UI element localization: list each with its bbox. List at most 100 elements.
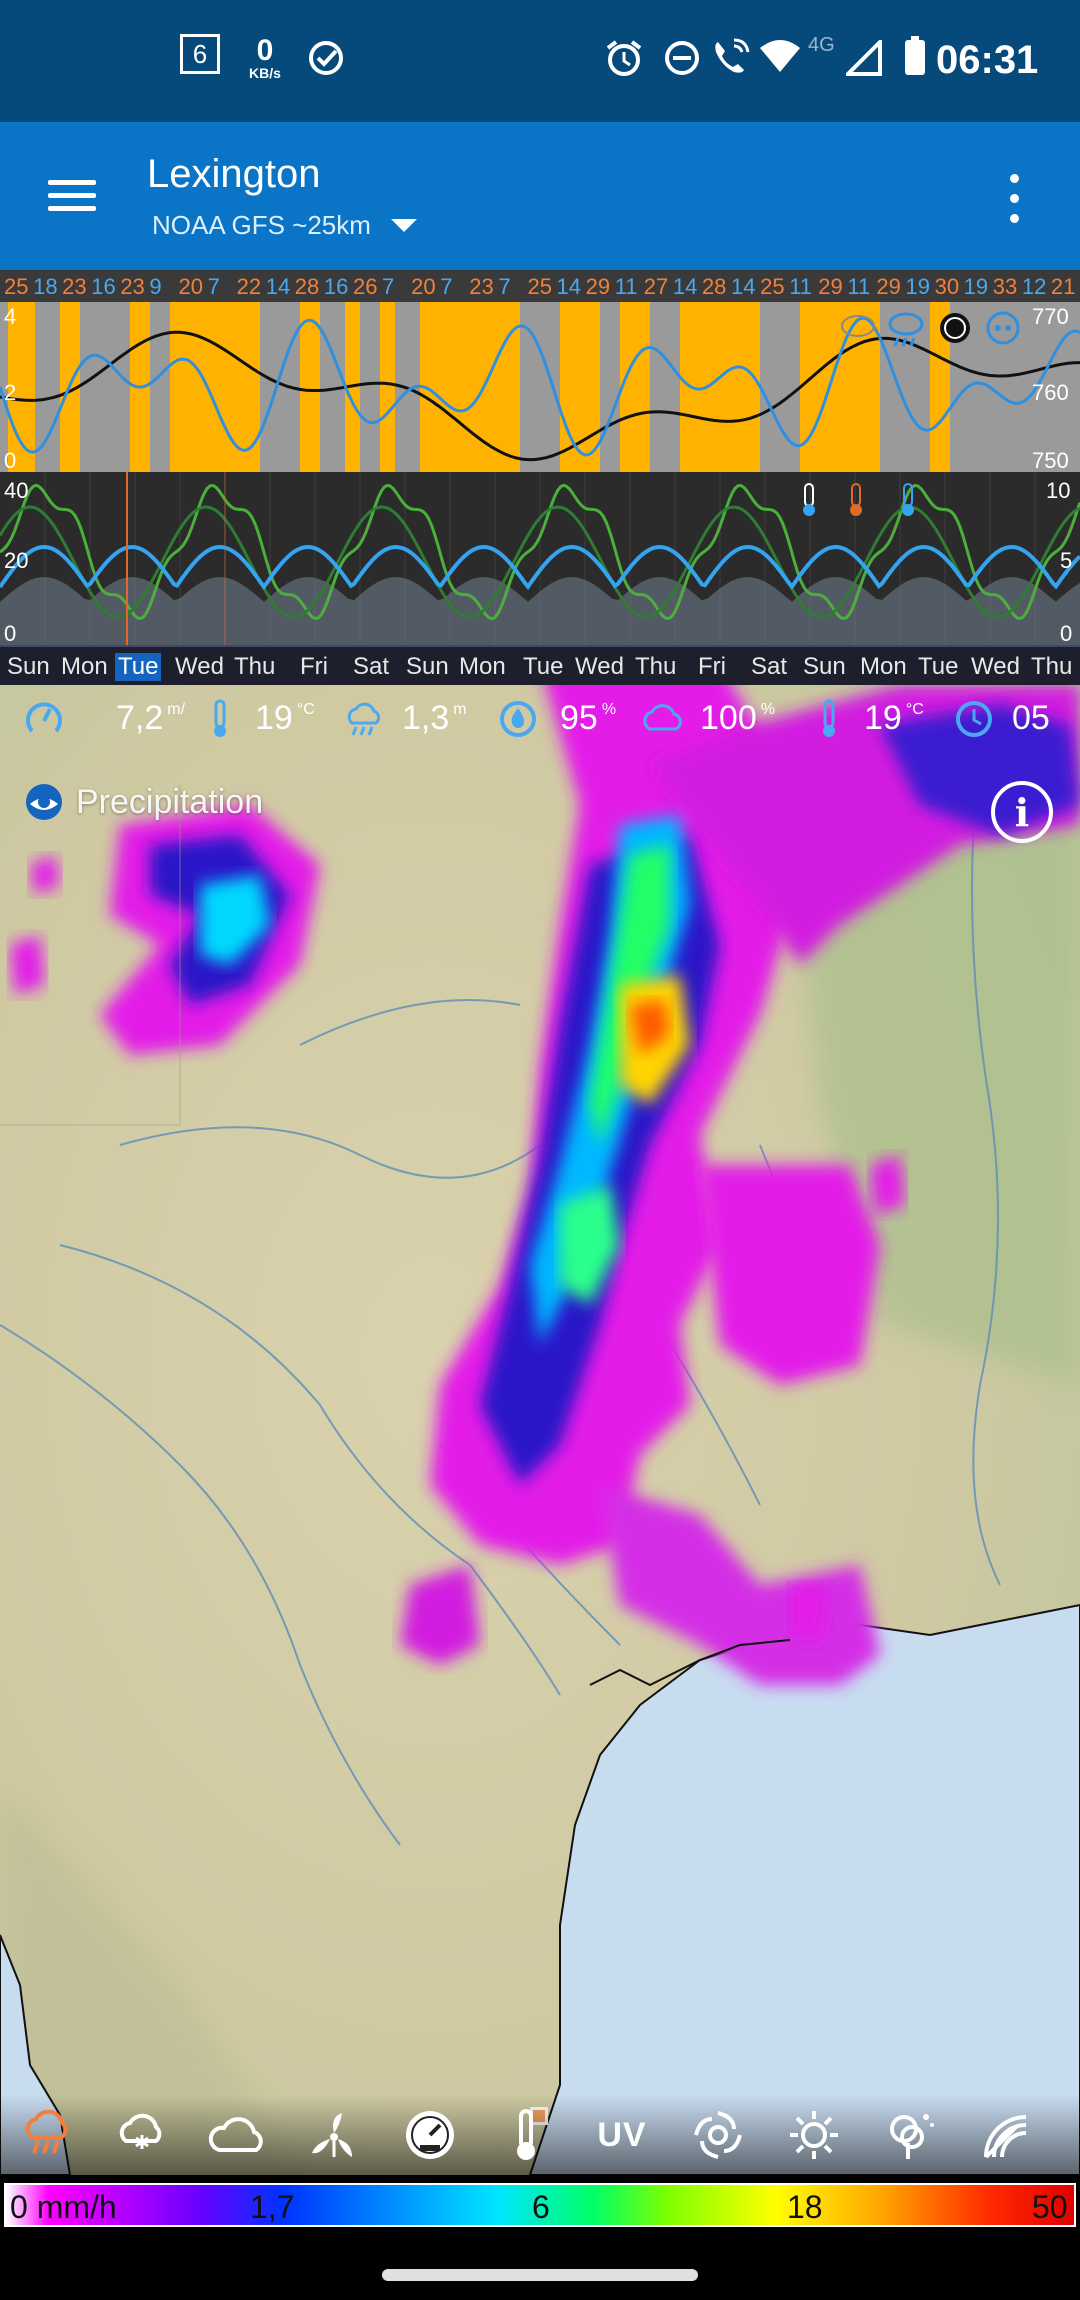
extreme-temp-label: 28 (294, 274, 320, 299)
layer-label[interactable]: Precipitation (24, 782, 263, 822)
day-tab[interactable]: Tue (915, 653, 961, 681)
model-label: NOAA GFS ~25km (152, 210, 371, 240)
temperature2-unit: °C (905, 701, 924, 718)
cloud-cover-metric: 100 % (640, 699, 775, 738)
radar-icon[interactable] (972, 2103, 1036, 2167)
cloud-icon (643, 704, 682, 731)
day-tab[interactable]: Wed (968, 653, 1023, 681)
wind-icon[interactable] (302, 2103, 366, 2167)
extreme-temp-label: 30 (934, 274, 960, 299)
cloud-icon[interactable] (206, 2103, 270, 2167)
current-conditions-row: 7,2 m/ 19 °C 1,3 m 95 % 100 % 19 °C 05 (0, 685, 1080, 757)
lower-axis-right-top: 10 (1046, 478, 1070, 503)
snow-cloud-icon[interactable] (110, 2103, 174, 2167)
legend-label-3: 18 (787, 2189, 823, 2225)
day-tab[interactable]: Tue (520, 653, 566, 681)
upper-axis-left-mid: 2 (4, 380, 16, 405)
extreme-temp-label: 7 (440, 274, 453, 299)
network-type: 4G (808, 34, 835, 56)
temperature2-metric: 19 °C (814, 699, 924, 739)
day-tab[interactable]: Mon (58, 653, 111, 681)
extreme-temp-label: 12 (1021, 274, 1047, 299)
day-tab[interactable]: Fri (297, 653, 331, 681)
day-tab[interactable]: Wed (172, 653, 227, 681)
extreme-temp-label: 23 (62, 274, 87, 299)
model-selector[interactable]: NOAA GFS ~25km (152, 210, 417, 241)
check-circle-icon (306, 38, 346, 78)
humidity-metric: 95 % (498, 699, 616, 739)
extreme-temp-label: 11 (847, 274, 871, 299)
day-tab[interactable]: Sun (4, 653, 53, 681)
status-bar: 6 0 KB/s 4G 06:31 (0, 0, 1080, 122)
lower-axis-right-mid: 5 (1060, 548, 1072, 573)
sun-icon[interactable] (782, 2103, 846, 2167)
day-tab[interactable]: Sun (800, 653, 849, 681)
day-tab[interactable]: Thu (231, 653, 278, 681)
day-tab[interactable]: Sat (350, 653, 392, 681)
pollen-icon[interactable] (878, 2103, 942, 2167)
rain-icon[interactable] (16, 2103, 80, 2167)
info-button[interactable]: i (991, 781, 1053, 843)
pressure-legend-icon (940, 313, 970, 343)
sunshine-bands (8, 302, 950, 472)
temperature-unit: °C (296, 701, 315, 718)
extreme-temp-label: 14 (265, 274, 291, 299)
extreme-temp-label: 29 (585, 274, 611, 299)
thermometer-icon (214, 699, 226, 737)
day-tab[interactable]: Tue (115, 653, 162, 681)
precipitation-metric: 1,3 m (342, 699, 467, 739)
net-speed-unit: KB/s (249, 65, 281, 81)
uv-index-button[interactable]: UV (590, 2103, 654, 2167)
extreme-temp-label: 11 (614, 274, 638, 299)
day-tab[interactable]: Sun (403, 653, 452, 681)
pressure-gauge-icon[interactable] (398, 2103, 462, 2167)
extreme-temp-label: 16 (323, 274, 349, 299)
extreme-temp-label: 25 (527, 274, 552, 299)
day-tab[interactable]: Thu (1028, 653, 1075, 681)
extreme-temp-label: 19 (905, 274, 930, 299)
day-tab[interactable]: Mon (456, 653, 509, 681)
signal-icon (846, 40, 882, 76)
battery-icon (904, 36, 926, 76)
storm-icon[interactable] (686, 2103, 750, 2167)
precipitation-map[interactable] (0, 685, 1080, 2175)
extreme-temp-label: 23 (469, 274, 494, 299)
more-options-icon[interactable] (1005, 174, 1025, 224)
wind-unit: m/ (167, 701, 186, 718)
menu-icon[interactable] (44, 176, 100, 216)
extreme-temp-label: 11 (789, 274, 813, 299)
clock-icon (956, 701, 992, 737)
day-tab[interactable]: Fri (695, 653, 729, 681)
forecast-meteogram[interactable]: 25 18 23 16 23 9 20 7 22 14 28 16 26 7 20 7 23 7 25 14 29 11 2… (0, 270, 1080, 685)
home-gesture-bar[interactable] (382, 2269, 698, 2281)
net-speed-value: 0 (256, 34, 274, 67)
day-tab[interactable]: Mon (857, 653, 910, 681)
extreme-temp-label: 21 (1050, 274, 1076, 299)
wind-gauge-icon (26, 702, 62, 733)
extreme-temp-label: 9 (149, 274, 162, 299)
wind-metric: 7,2 m/ (24, 699, 185, 739)
rain-cloud-icon (347, 702, 381, 736)
extreme-temp-label: 7 (382, 274, 395, 299)
location-title: Lexington (147, 152, 321, 196)
day-tab[interactable]: Thu (632, 653, 679, 681)
humidity-unit: % (601, 701, 617, 718)
extreme-temp-label: 18 (33, 274, 58, 299)
net-speed: 0 KB/s (240, 34, 290, 81)
legend-label-2: 6 (532, 2189, 550, 2225)
wifi-icon (758, 38, 802, 74)
day-tab[interactable]: Wed (572, 653, 627, 681)
humidity-value: 95 (560, 699, 598, 737)
temperature-metric: 19 °C (205, 699, 315, 739)
extreme-temp-label: 28 (701, 274, 727, 299)
extreme-temp-label: 33 (992, 274, 1018, 299)
app-screen: 6 0 KB/s 4G 06:31 Lexington NOAA GFS ~25… (0, 0, 1080, 2300)
thermometer-icon[interactable] (494, 2103, 558, 2167)
uv-label: UV (597, 2115, 647, 2154)
extreme-temp-label: 26 (352, 274, 378, 299)
legend-label-min: 0 mm/h (10, 2189, 117, 2225)
temperature2-value: 19 (864, 699, 902, 737)
day-tab[interactable]: Sat (748, 653, 790, 681)
extreme-temp-label: 27 (643, 274, 669, 299)
day-selector[interactable]: Sun Mon Tue Wed Thu Fri Sat Sun Mon Tue Wed Thu Fri S… (0, 645, 1080, 685)
